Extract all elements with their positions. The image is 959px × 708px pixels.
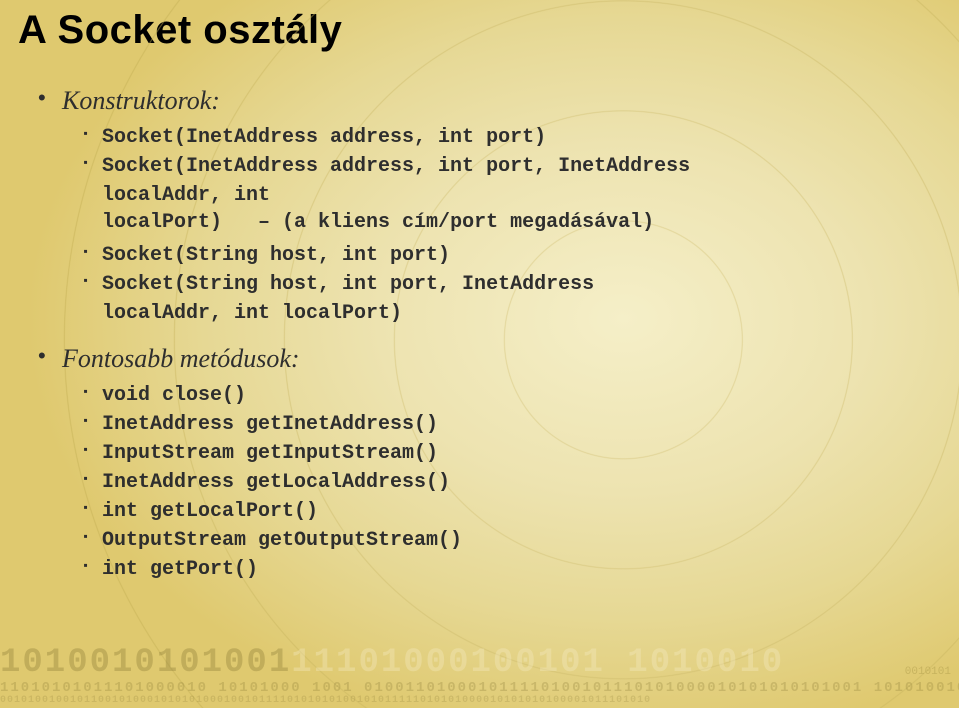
decoration-binary-small: 0010100100101100101000101010100010010111…: [0, 695, 959, 706]
list-item: int getLocalPort(): [82, 498, 919, 525]
code-line: Socket(String host, int port, InetAddres…: [102, 273, 594, 296]
code-line: Socket(InetAddress address, int port, In…: [102, 155, 690, 178]
list-item: InputStream getInputStream(): [82, 440, 919, 467]
list-item: OutputStream getOutputStream(): [82, 527, 919, 554]
list-item: InetAddress getLocalAddress(): [82, 469, 919, 496]
list-item: Socket(InetAddress address, int port, In…: [82, 153, 919, 180]
decoration-corner-bits: 0010101: [905, 667, 951, 678]
code-line: localAddr, int: [102, 182, 919, 209]
methods-heading: Fontosabb metódusok:: [62, 341, 919, 376]
list-item: void close(): [82, 382, 919, 409]
decoration-binary-big: 101001010100111101000100101 1010010: [0, 644, 959, 682]
list-item: int getPort(): [82, 556, 919, 583]
code-line: localAddr, int localPort): [102, 300, 919, 327]
constructors-heading: Konstruktorok:: [62, 83, 919, 118]
code-line: localPort) – (a kliens cím/port megadásá…: [102, 209, 919, 236]
list-item: Socket(String host, int port, InetAddres…: [82, 271, 919, 298]
body-content: Konstruktorok: Socket(InetAddress addres…: [0, 53, 959, 583]
section-methods: Fontosabb metódusok: void close() InetAd…: [38, 341, 919, 583]
page-title: A Socket osztály: [0, 0, 959, 53]
list-item: Socket(InetAddress address, int port): [82, 124, 919, 151]
section-constructors: Konstruktorok: Socket(InetAddress addres…: [38, 83, 919, 327]
list-item: InetAddress getInetAddress(): [82, 411, 919, 438]
list-item: Socket(String host, int port): [82, 242, 919, 269]
decoration-binary-mid: 11010101011101000010 10101000 1001 01001…: [0, 680, 959, 696]
